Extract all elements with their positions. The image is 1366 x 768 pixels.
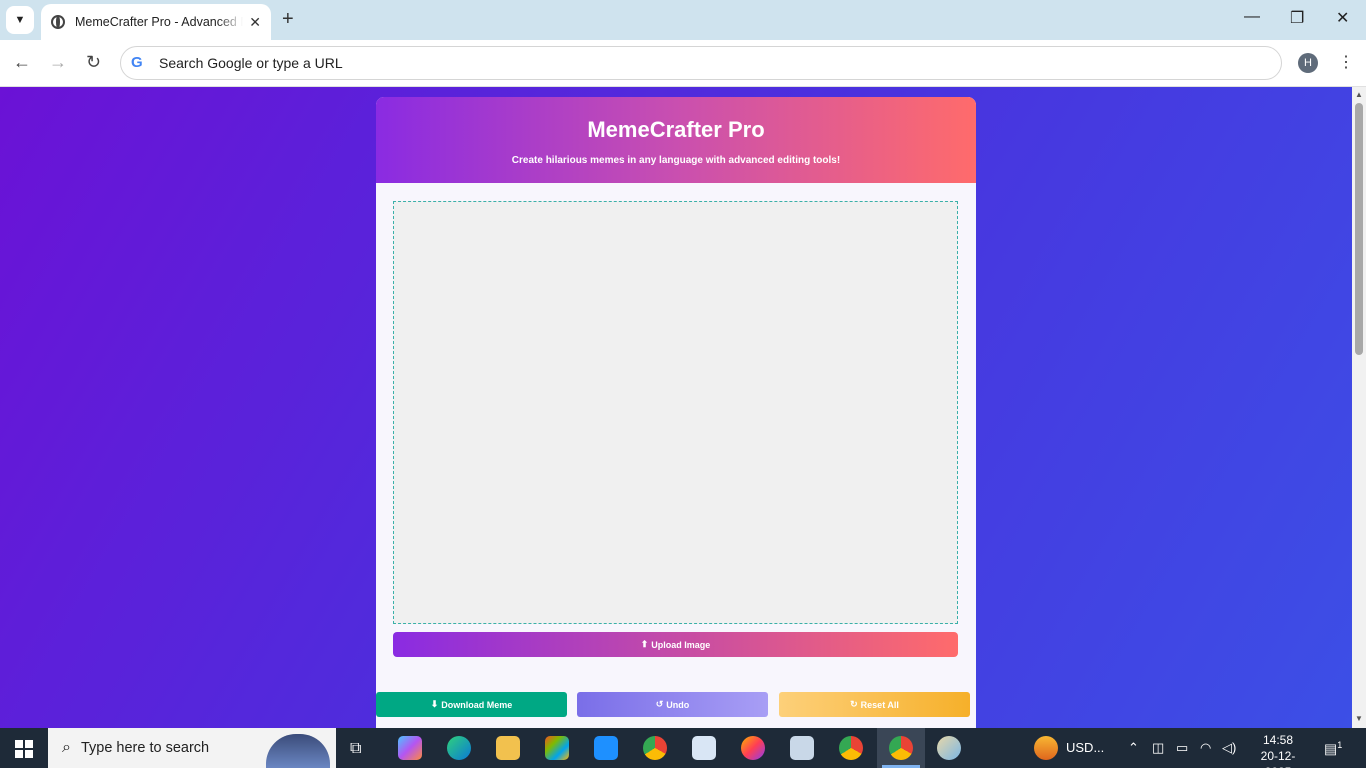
scroll-thumb[interactable] xyxy=(1355,103,1363,355)
reload-button[interactable]: ↻ xyxy=(86,52,101,73)
firefox-icon[interactable] xyxy=(741,736,765,760)
scroll-up-icon[interactable]: ▲ xyxy=(1355,90,1363,99)
reset-button-label: Reset All xyxy=(860,699,899,710)
restore-button[interactable]: ❐ xyxy=(1290,8,1304,28)
file-explorer-icon[interactable] xyxy=(496,736,520,760)
currency-widget-label[interactable]: USD... xyxy=(1066,740,1104,755)
page-scrollbar[interactable]: ▲ ▼ xyxy=(1352,87,1366,728)
undo-icon: ↺ xyxy=(655,699,664,709)
edge-icon[interactable] xyxy=(447,736,471,760)
upload-image-button[interactable]: ⬆ Upload Image xyxy=(393,632,958,657)
notification-count: 1 xyxy=(1337,740,1343,750)
clock-time: 14:58 xyxy=(1262,733,1294,747)
microsoft-store-icon[interactable] xyxy=(545,736,569,760)
menu-kebab-icon[interactable]: ⋮ xyxy=(1338,52,1354,72)
address-input[interactable]: Search Google or type a URL xyxy=(159,55,343,71)
undo-button-label: Undo xyxy=(666,699,690,710)
back-button[interactable]: ← xyxy=(13,52,31,73)
wifi-icon[interactable]: ◠ xyxy=(1200,740,1211,756)
browser-tab[interactable]: MemeCrafter Pro - Advanced Meme Generato… xyxy=(41,4,271,40)
app-title: MemeCrafter Pro xyxy=(587,117,765,142)
video-capture-icon[interactable] xyxy=(692,736,716,760)
reset-all-button[interactable]: ↻ Reset All xyxy=(779,692,970,717)
taskbar-search-input[interactable]: Type here to search xyxy=(81,740,209,756)
tab-search-button[interactable]: ▼ xyxy=(6,6,34,34)
minimize-button[interactable]: — xyxy=(1244,8,1260,26)
app-subtitle: Create hilarious memes in any language w… xyxy=(511,155,841,166)
chrome-profile-h-icon[interactable] xyxy=(889,736,913,760)
taskbar-search[interactable]: ⌕ Type here to search xyxy=(48,728,336,768)
laptop-app-icon[interactable] xyxy=(790,736,814,760)
search-icon: ⌕ xyxy=(62,739,71,756)
download-button-label: Download Meme xyxy=(441,699,513,710)
globe-icon xyxy=(51,15,65,29)
redo-icon: ↻ xyxy=(850,699,858,709)
chevron-down-icon: ▼ xyxy=(14,14,26,26)
taskbar: ⌕ Type here to search ⧉ USD... ⌃ ◫ ▭ ◠ ◁… xyxy=(0,728,1366,768)
close-window-button[interactable]: ✕ xyxy=(1336,8,1349,28)
upload-button-label: Upload Image xyxy=(651,639,711,650)
upload-icon: ⬆ xyxy=(640,639,649,649)
address-bar[interactable]: G Search Google or type a URL xyxy=(120,46,1282,80)
tab-strip: ▼ MemeCrafter Pro - Advanced Meme Genera… xyxy=(0,0,1366,40)
clock-date: 20-12-2025 xyxy=(1260,749,1296,768)
close-tab-icon[interactable]: ✕ xyxy=(249,14,261,31)
paint-icon[interactable] xyxy=(937,736,961,760)
chrome-icon[interactable] xyxy=(643,736,667,760)
chevron-up-icon[interactable]: ⌃ xyxy=(1128,740,1139,756)
chrome-profile-r-icon[interactable] xyxy=(839,736,863,760)
battery-icon[interactable]: ▭ xyxy=(1176,740,1188,756)
volume-icon[interactable]: ◁) xyxy=(1222,740,1236,756)
forward-button[interactable]: → xyxy=(49,52,67,73)
meme-canvas[interactable] xyxy=(393,201,958,624)
meet-now-icon[interactable]: ◫ xyxy=(1152,740,1164,756)
system-clock[interactable]: 14:58 20-12-2025 xyxy=(1248,732,1308,768)
windows-start-button[interactable] xyxy=(15,740,33,758)
app-header: MemeCrafter Pro Create hilarious memes i… xyxy=(376,97,976,183)
copilot-icon[interactable] xyxy=(398,736,422,760)
meme-card: MemeCrafter Pro Create hilarious memes i… xyxy=(376,97,976,728)
scroll-down-icon[interactable]: ▼ xyxy=(1355,714,1363,723)
download-icon: ⬇ xyxy=(430,699,439,709)
notification-icon[interactable]: ▤1 xyxy=(1324,740,1342,758)
currency-widget-icon[interactable] xyxy=(1034,736,1058,760)
page-background: MemeCrafter Pro Create hilarious memes i… xyxy=(0,87,1352,728)
search-highlight-image xyxy=(266,734,330,768)
profile-avatar[interactable]: H xyxy=(1298,53,1318,73)
download-meme-button[interactable]: ⬇ Download Meme xyxy=(376,692,567,717)
task-view-icon[interactable]: ⧉ xyxy=(350,740,361,758)
tab-title: MemeCrafter Pro - Advanced Meme Generato… xyxy=(75,15,243,29)
undo-button[interactable]: ↺ Undo xyxy=(577,692,768,717)
mail-icon[interactable] xyxy=(594,736,618,760)
new-tab-button[interactable]: + xyxy=(282,8,294,31)
google-icon: G xyxy=(131,54,143,71)
